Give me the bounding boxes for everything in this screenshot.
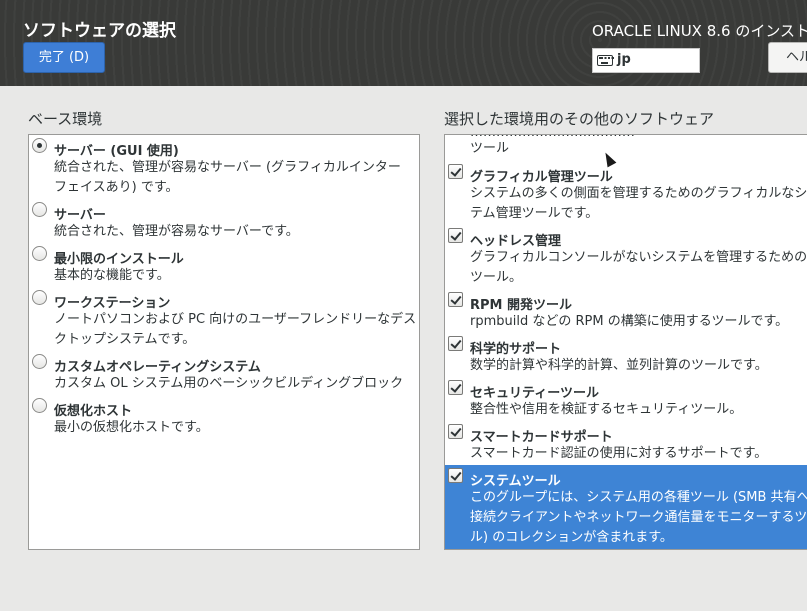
env-item-desc: カスタム OL システム用のベーシックビルディングブロック (54, 376, 404, 391)
addon-smart-card-support[interactable]: スマートカードサポート スマートカード認証の使用に対するサポートです。 (445, 421, 807, 465)
checkbox-checked[interactable] (448, 292, 463, 307)
addon-desc: グラフィカルコンソールがないシステムを管理するための (470, 250, 807, 265)
addon-desc: スマートカード認証の使用に対するサポートです。 (470, 446, 768, 461)
addon-title: グラフィカル管理ツール (470, 170, 613, 185)
checkbox-checked[interactable] (448, 336, 463, 351)
keyboard-icon (597, 55, 614, 66)
list-item-partial[interactable]: ‥‥‥‥‥‥‥‥‥‥‥‥‥‥‥‥‥‥‥ ツール (445, 135, 807, 161)
radio-button[interactable] (32, 398, 47, 413)
addons-list[interactable]: ‥‥‥‥‥‥‥‥‥‥‥‥‥‥‥‥‥‥‥ ツール グラフィカル管理ツール システム… (444, 134, 807, 550)
addon-desc: 接続クライアントやネットワーク通信量をモニターするツー (470, 510, 807, 525)
radio-button[interactable] (32, 202, 47, 217)
keyboard-layout-label: jp (617, 52, 631, 67)
env-item-title: ワークステーション (54, 296, 171, 311)
addon-security-tools[interactable]: セキュリティーツール 整合性や信用を検証するセキュリティツール。 (445, 377, 807, 421)
addon-graphical-admin-tools[interactable]: グラフィカル管理ツール システムの多くの側面を管理するためのグラフィカルなシス … (445, 161, 807, 225)
addon-desc: ツール (470, 141, 510, 156)
addon-title: スマートカードサポート (470, 430, 613, 445)
radio-button[interactable] (32, 246, 47, 261)
header-bar: ソフトウェアの選択 完了 (D) ORACLE LINUX 8.6 のインスト … (0, 0, 807, 86)
help-button[interactable]: ヘル (768, 42, 807, 73)
addon-title: 科学的サポート (470, 342, 562, 357)
radio-button[interactable] (32, 354, 47, 369)
env-item-title: 仮想化ホスト (54, 404, 133, 419)
addon-desc: 数学的計算や科学的計算、並列計算のツールです。 (470, 358, 768, 373)
addon-rpm-development-tools[interactable]: RPM 開発ツール rpmbuild などの RPM の構築に使用するツールです… (445, 289, 807, 333)
addon-desc: ツール。 (470, 270, 523, 285)
env-item-title: 最小限のインストール (54, 252, 184, 267)
addon-scientific-support[interactable]: 科学的サポート 数学的計算や科学的計算、並列計算のツールです。 (445, 333, 807, 377)
base-environment-label: ベース環境 (28, 110, 103, 128)
addon-title: ヘッドレス管理 (470, 234, 562, 249)
addon-desc: ル) のコレクションが含まれます。 (470, 530, 673, 545)
addon-desc: テム管理ツールです。 (470, 206, 599, 221)
env-item-title: サーバー (54, 208, 106, 223)
page-title: ソフトウェアの選択 (23, 21, 176, 41)
radio-button-selected[interactable] (32, 138, 47, 153)
env-item-desc: 最小の仮想化ホストです。 (54, 420, 209, 435)
keyboard-layout-indicator[interactable]: jp (592, 48, 700, 73)
addon-title: セキュリティーツール (470, 386, 599, 401)
addon-desc: 整合性や信用を検証するセキュリティツール。 (470, 402, 743, 417)
addon-system-tools[interactable]: システムツール このグループには、システム用の各種ツール (SMB 共有へ 接続… (445, 465, 807, 549)
env-item-desc: 統合された、管理が容易なサーバー (グラフィカルインター (54, 160, 401, 175)
env-item-desc: ノートパソコンおよび PC 向けのユーザーフレンドリーなデス (54, 312, 417, 327)
addon-desc: rpmbuild などの RPM の構築に使用するツールです。 (470, 314, 789, 329)
env-item-desc: 基本的な機能です。 (54, 268, 170, 283)
checkbox-checked[interactable] (448, 468, 463, 483)
done-button[interactable]: 完了 (D) (23, 42, 105, 73)
addon-title: システムツール (470, 474, 561, 489)
env-item-desc: クトップシステムです。 (54, 332, 196, 347)
addon-headless-management[interactable]: ヘッドレス管理 グラフィカルコンソールがないシステムを管理するための ツール。 (445, 225, 807, 289)
checkbox-checked[interactable] (448, 164, 463, 179)
env-item-title: サーバー (GUI 使用) (54, 144, 179, 159)
addon-desc: システムの多くの側面を管理するためのグラフィカルなシス (470, 186, 807, 201)
radio-button[interactable] (32, 290, 47, 305)
addon-title: RPM 開発ツール (470, 298, 573, 313)
env-item-desc: フェイスあり) です。 (54, 180, 179, 195)
checkbox-checked[interactable] (448, 424, 463, 439)
addon-desc: このグループには、システム用の各種ツール (SMB 共有へ (470, 490, 807, 505)
checkbox-checked[interactable] (448, 380, 463, 395)
env-item-desc: 統合された、管理が容易なサーバーです。 (54, 224, 299, 239)
base-environment-list: サーバー (GUI 使用) 統合された、管理が容易なサーバー (グラフィカルイン… (28, 134, 420, 550)
addons-label: 選択した環境用のその他のソフトウェア (444, 110, 715, 128)
checkbox-checked[interactable] (448, 228, 463, 243)
env-item-title: カスタムオペレーティングシステム (54, 360, 261, 375)
product-title: ORACLE LINUX 8.6 のインスト (592, 22, 807, 40)
